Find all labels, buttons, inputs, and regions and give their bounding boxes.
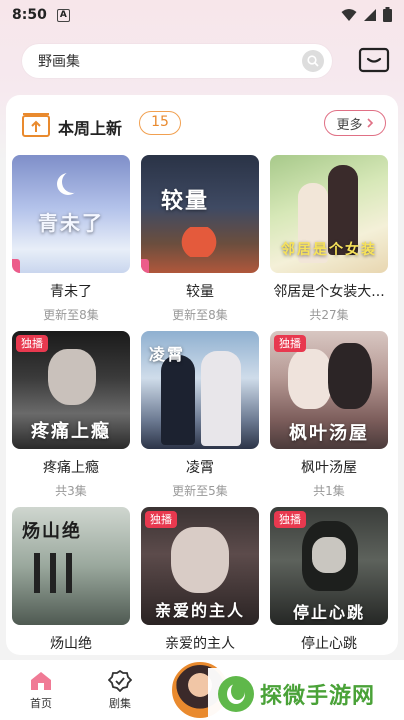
drama-cover[interactable]: 凌霄 [141, 331, 259, 449]
drama-title: 凌霄 [186, 460, 214, 476]
drama-card[interactable]: 炀山绝 炀山绝 [12, 507, 130, 683]
drama-card[interactable]: 独播 亲爱的主人 亲爱的主人 [141, 507, 259, 683]
watermark: 探微手游网 [208, 668, 404, 720]
drama-title: 疼痛上瘾 [43, 460, 99, 476]
drama-card[interactable]: 独播 疼痛上瘾 疼痛上瘾 共3集 [12, 331, 130, 507]
badge-mark [12, 259, 20, 273]
drama-title: 邻居是个女装大... [273, 284, 385, 300]
cover-art-title: 炀山绝 [22, 521, 82, 542]
search-icon [307, 55, 319, 67]
nav-home-label: 首页 [30, 697, 52, 710]
cover-art-title: 邻居是个女装 [281, 242, 377, 258]
search-button[interactable] [302, 50, 324, 72]
chevron-right-icon [366, 118, 373, 128]
drama-title: 停止心跳 [301, 636, 357, 652]
drama-card[interactable]: 较量 较量 更新至8集 [141, 155, 259, 331]
drama-cover[interactable]: 邻居是个女装 [270, 155, 388, 273]
status-bar: 8:50 A [0, 0, 404, 30]
calendar-upload-icon [22, 113, 50, 137]
nav-drama[interactable]: 剧集 [100, 670, 140, 711]
exclusive-tag: 独播 [274, 511, 306, 528]
status-time: 8:50 [12, 7, 47, 23]
signal-icon [364, 8, 376, 21]
watermark-logo-icon [218, 676, 254, 712]
drama-cover[interactable]: 较量 [141, 155, 259, 273]
cover-art-title: 疼痛上瘾 [31, 421, 111, 442]
drama-cover[interactable]: 独播 枫叶汤屋 [270, 331, 388, 449]
drama-card[interactable]: 独播 枫叶汤屋 枫叶汤屋 共1集 [270, 331, 388, 507]
search-input[interactable]: 野画集 [22, 44, 332, 78]
cover-art-title: 亲爱的主人 [154, 601, 245, 620]
drama-grid: 青未了 青未了 更新至8集 较量 较量 更新至8集 邻居是个女装 邻居是个女装大… [12, 155, 392, 683]
drama-card[interactable]: 邻居是个女装 邻居是个女装大... 共27集 [270, 155, 388, 331]
drama-cover[interactable]: 独播 亲爱的主人 [141, 507, 259, 625]
exclusive-tag: 独播 [274, 335, 306, 352]
drama-cover[interactable]: 青未了 [12, 155, 130, 273]
drama-episodes: 更新至8集 [43, 308, 99, 322]
search-value: 野画集 [38, 54, 80, 70]
new-this-week-card: 本周上新 15 更多 青未了 青未了 更新至8集 较量 较量 更新至8集 邻居是… [6, 95, 398, 655]
badge-mark [141, 259, 149, 273]
section-header: 本周上新 15 更多 [6, 95, 398, 155]
drama-title: 枫叶汤屋 [301, 460, 357, 476]
cover-art-title: 枫叶汤屋 [289, 423, 369, 444]
drama-title: 亲爱的主人 [165, 636, 235, 652]
home-icon [31, 672, 51, 690]
battery-icon [383, 7, 392, 22]
drama-episodes: 共1集 [313, 484, 345, 498]
inbox-icon[interactable] [358, 46, 390, 74]
watermark-text: 探微手游网 [260, 684, 376, 709]
drama-title: 炀山绝 [50, 636, 92, 652]
drama-episodes: 更新至5集 [172, 484, 228, 498]
exclusive-tag: 独播 [145, 511, 177, 528]
cover-art-title: 较量 [161, 188, 210, 214]
drama-title: 青未了 [50, 284, 92, 300]
more-button[interactable]: 更多 [324, 110, 386, 136]
count-badge: 15 [139, 111, 181, 135]
cover-art-title: 青未了 [38, 211, 104, 235]
wifi-icon [341, 8, 357, 21]
drama-episodes: 共3集 [55, 484, 87, 498]
drama-cover[interactable]: 独播 停止心跳 [270, 507, 388, 625]
exclusive-tag: 独播 [16, 335, 48, 352]
nav-drama-label: 剧集 [109, 697, 131, 710]
drama-episodes: 更新至8集 [172, 308, 228, 322]
drama-card[interactable]: 凌霄 凌霄 更新至5集 [141, 331, 259, 507]
section-title: 本周上新 [58, 119, 123, 138]
nav-home[interactable]: 首页 [21, 670, 61, 711]
cover-art-title: 停止心跳 [292, 603, 365, 622]
badge-check-icon [108, 670, 132, 692]
drama-title: 较量 [186, 284, 214, 300]
more-label: 更多 [336, 117, 363, 133]
drama-cover[interactable]: 独播 疼痛上瘾 [12, 331, 130, 449]
drama-card[interactable]: 青未了 青未了 更新至8集 [12, 155, 130, 331]
drama-cover[interactable]: 炀山绝 [12, 507, 130, 625]
notification-a-icon: A [56, 8, 70, 22]
drama-episodes: 共27集 [309, 308, 349, 322]
cover-art-title: 凌霄 [149, 345, 186, 364]
drama-card[interactable]: 独播 停止心跳 停止心跳 [270, 507, 388, 683]
status-icons [341, 7, 392, 22]
